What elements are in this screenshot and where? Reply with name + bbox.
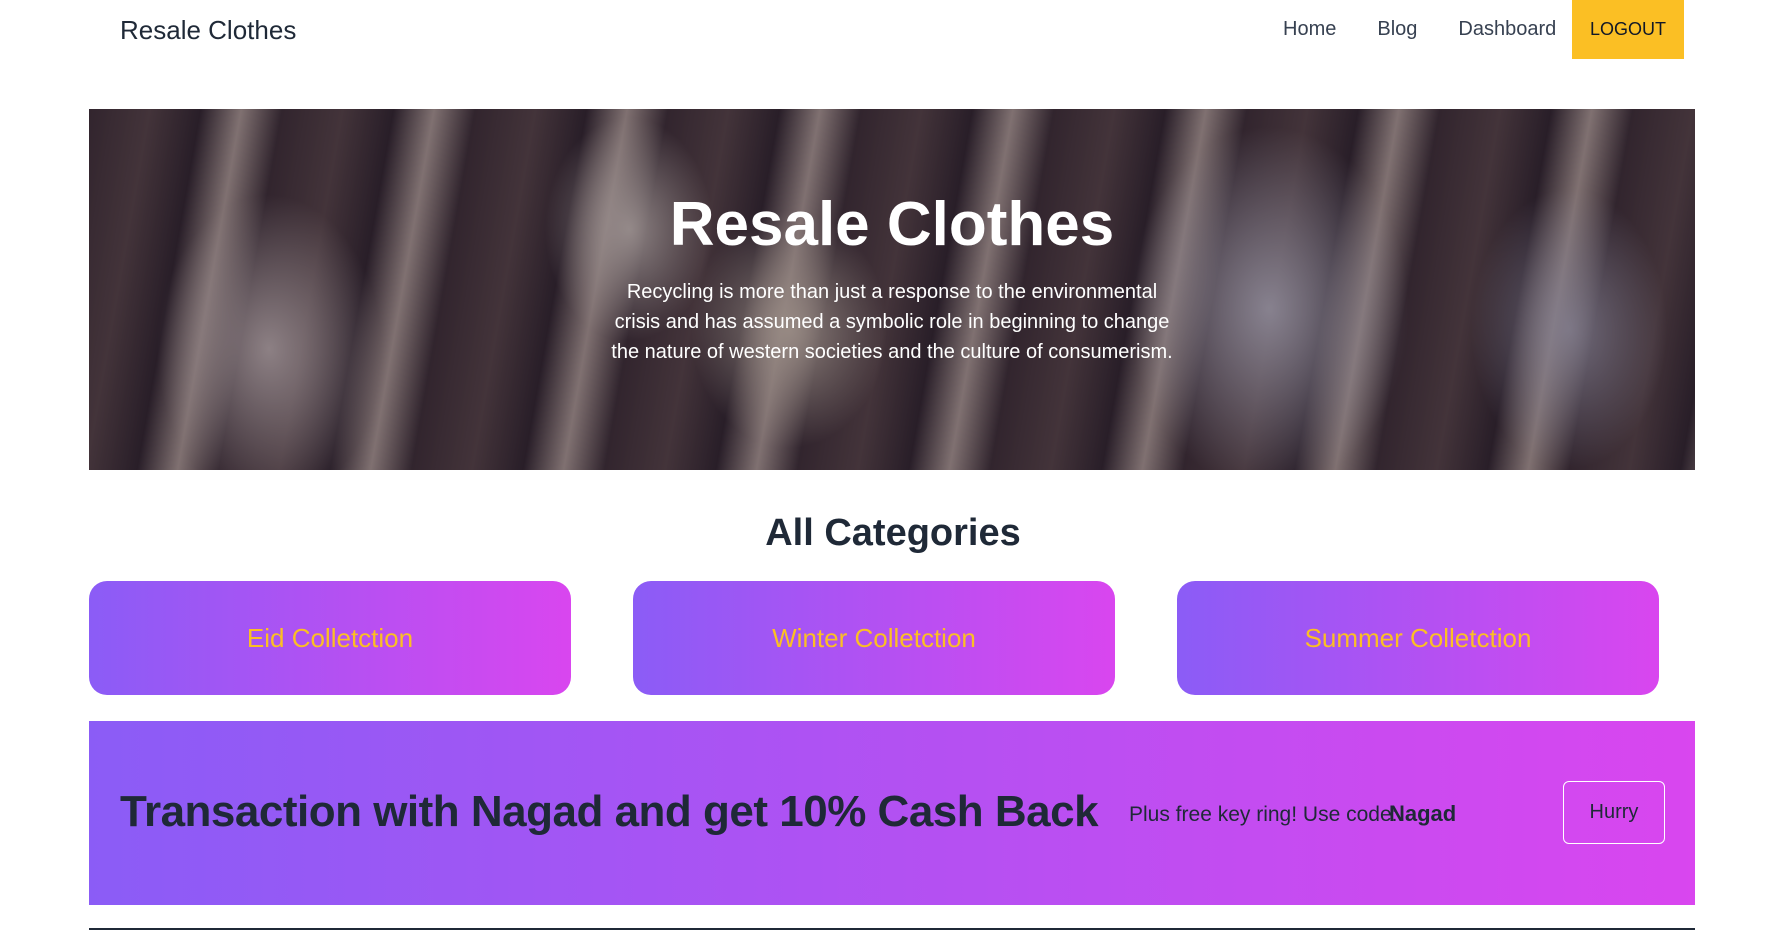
promo-code: Nagad [1389,801,1457,826]
navbar: Resale Clothes Home Blog Dashboard LOGOU… [0,0,1786,66]
hurry-button[interactable]: Hurry [1563,781,1665,844]
page: Resale Clothes Home Blog Dashboard LOGOU… [0,0,1786,930]
logout-button[interactable]: LOGOUT [1572,0,1684,59]
category-label: Summer Colletction [1304,622,1532,653]
hero-banner: Resale Clothes Recycling is more than ju… [89,109,1695,470]
category-card-eid[interactable]: Eid Colletction [89,581,571,695]
promo-banner: Transaction with Nagad and get 10% Cash … [89,721,1695,905]
nav-link-blog[interactable]: Blog [1377,18,1417,41]
nav-link-home[interactable]: Home [1283,18,1336,41]
categories-heading: All Categories [765,512,1021,554]
nav-link-dashboard[interactable]: Dashboard [1458,18,1556,41]
promo-code-text: Plus free key ring! Use code: [1129,803,1398,826]
category-label: Eid Colletction [246,622,414,653]
brand-logo[interactable]: Resale Clothes [120,15,296,46]
hero-content: Resale Clothes Recycling is more than ju… [89,109,1695,470]
hero-description: Recycling is more than just a response t… [611,281,1173,363]
category-label: Winter Colletction [772,622,976,653]
promo-title: Transaction with Nagad and get 10% Cash … [120,787,1099,836]
category-card-winter[interactable]: Winter Colletction [633,581,1115,695]
category-card-summer[interactable]: Summer Colletction [1177,581,1659,695]
nav-links: Home Blog Dashboard [1283,0,1597,59]
hero-title: Resale Clothes [669,190,1115,259]
